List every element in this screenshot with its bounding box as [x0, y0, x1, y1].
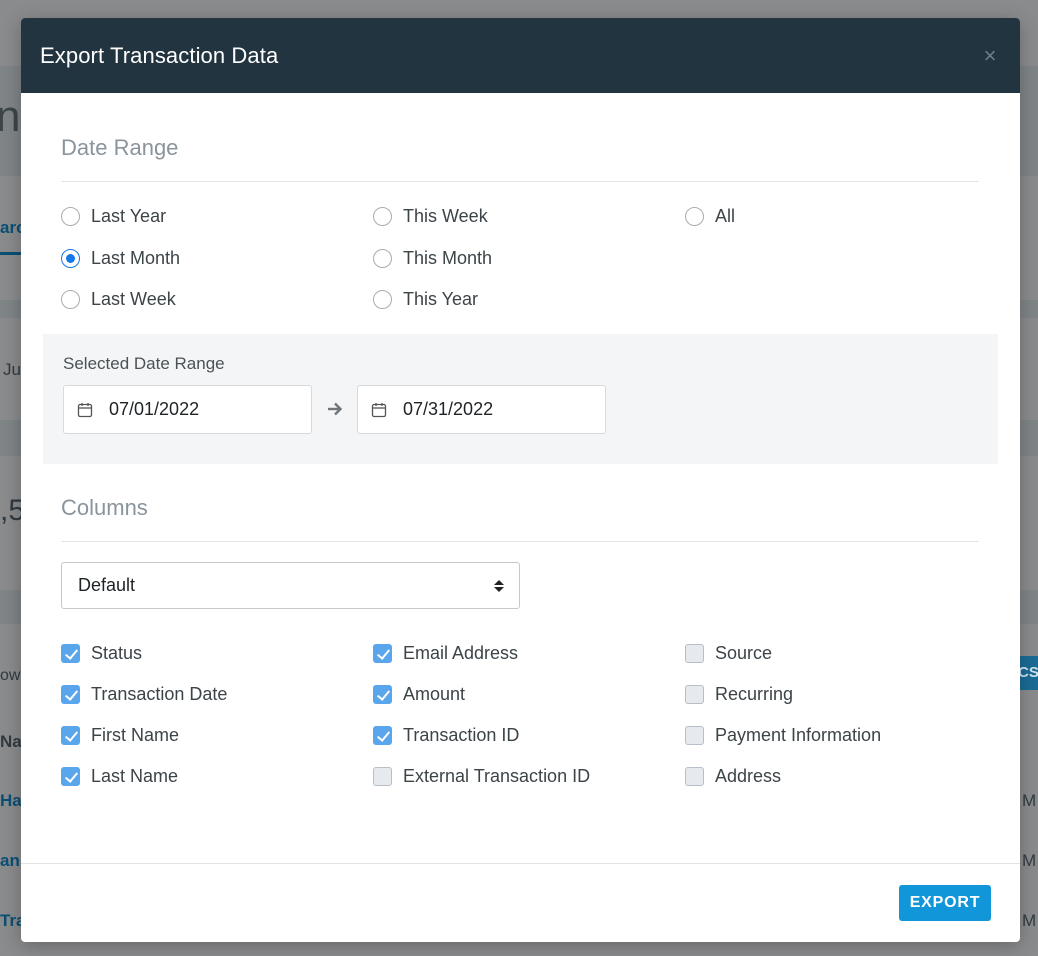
export-button[interactable]: EXPORT: [899, 885, 991, 921]
calendar-icon: [77, 402, 93, 417]
radio-button[interactable]: [373, 207, 392, 226]
divider: [61, 181, 979, 182]
bg-tab-underline: [0, 252, 21, 255]
checkbox-label: Status: [91, 643, 143, 663]
columns-heading: Columns: [61, 495, 148, 520]
divider: [61, 541, 979, 542]
end-date-value: 07/31/2022: [403, 399, 494, 419]
checkbox-payment-information[interactable]: Payment Information: [685, 725, 881, 746]
radio-button[interactable]: [61, 207, 80, 226]
radio-last-week[interactable]: Last Week: [61, 289, 176, 310]
radio-button[interactable]: [373, 249, 392, 268]
checkbox-address[interactable]: Address: [685, 766, 781, 787]
sort-icon: [494, 579, 504, 592]
columns-preset-select[interactable]: Default: [61, 562, 520, 609]
checkbox-label: Recurring: [715, 684, 794, 704]
modal-body: Date Range Last Year This Week All Last …: [21, 93, 1020, 864]
bg-column-header: Na: [0, 732, 22, 751]
start-date-value: 07/01/2022: [109, 399, 200, 419]
radio-button[interactable]: [685, 207, 704, 226]
checkbox-checked[interactable]: [373, 685, 392, 704]
radio-all[interactable]: All: [685, 206, 735, 227]
selected-date-range-label: Selected Date Range: [63, 354, 225, 373]
checkbox-checked[interactable]: [61, 644, 80, 663]
checkbox-label: Transaction Date: [91, 684, 228, 704]
calendar-icon: [371, 402, 387, 417]
checkbox-label: Amount: [403, 684, 466, 704]
checkbox-label: Last Name: [91, 766, 179, 786]
radio-this-week[interactable]: This Week: [373, 206, 488, 227]
checkbox-label: Transaction ID: [403, 725, 520, 745]
bg-row-time: M: [1022, 911, 1037, 930]
radio-button[interactable]: [61, 290, 80, 309]
checkbox-label: First Name: [91, 725, 180, 745]
checkbox-checked[interactable]: [373, 644, 392, 663]
end-date-input[interactable]: 07/31/2022: [357, 385, 606, 434]
checkbox-status[interactable]: Status: [61, 643, 142, 664]
radio-button-selected[interactable]: [61, 249, 80, 268]
checkbox-last-name[interactable]: Last Name: [61, 766, 178, 787]
checkbox-email-address[interactable]: Email Address: [373, 643, 518, 664]
checkbox-transaction-date[interactable]: Transaction Date: [61, 684, 227, 705]
bg-row-link: an: [0, 851, 20, 870]
modal-title: Export Transaction Data: [40, 42, 279, 68]
radio-label: This Year: [403, 289, 479, 309]
bg-month-fragment: Ju: [3, 360, 21, 379]
radio-button[interactable]: [373, 290, 392, 309]
checkbox-amount[interactable]: Amount: [373, 684, 465, 705]
radio-last-month[interactable]: Last Month: [61, 248, 180, 269]
export-modal: Export Transaction Data × Date Range Las…: [21, 18, 1020, 942]
checkbox-label: Source: [715, 643, 773, 663]
checkbox-unchecked[interactable]: [373, 767, 392, 786]
checkbox-checked[interactable]: [61, 685, 80, 704]
bg-row-time: M: [1022, 791, 1037, 810]
radio-label: Last Year: [91, 206, 167, 226]
checkbox-label: Address: [715, 766, 782, 786]
checkbox-source[interactable]: Source: [685, 643, 772, 664]
modal-header: Export Transaction Data ×: [21, 18, 1020, 93]
radio-label: This Month: [403, 248, 493, 268]
checkbox-transaction-id[interactable]: Transaction ID: [373, 725, 519, 746]
bg-row-time: M: [1022, 851, 1037, 870]
checkbox-unchecked[interactable]: [685, 726, 704, 745]
checkbox-first-name[interactable]: First Name: [61, 725, 179, 746]
checkbox-unchecked[interactable]: [685, 644, 704, 663]
bg-row-link: Ha: [0, 791, 22, 810]
start-date-input[interactable]: 07/01/2022: [63, 385, 312, 434]
bg-showing-fragment: ow: [0, 667, 21, 684]
checkbox-recurring[interactable]: Recurring: [685, 684, 793, 705]
footer-divider: [21, 863, 1020, 864]
radio-label: Last Week: [91, 289, 176, 309]
checkbox-checked[interactable]: [373, 726, 392, 745]
radio-last-year[interactable]: Last Year: [61, 206, 166, 227]
radio-label: This Week: [403, 206, 488, 226]
radio-this-month[interactable]: This Month: [373, 248, 492, 269]
close-icon[interactable]: ×: [980, 44, 1000, 66]
checkbox-checked[interactable]: [61, 767, 80, 786]
date-range-heading: Date Range: [61, 135, 179, 160]
checkbox-checked[interactable]: [61, 726, 80, 745]
arrow-right-icon: [328, 402, 343, 416]
selected-date-range-panel: Selected Date Range 07/01/2022 07/31/202…: [43, 334, 998, 464]
checkbox-unchecked[interactable]: [685, 685, 704, 704]
columns-preset-value: Default: [78, 575, 136, 595]
checkbox-label: Payment Information: [715, 725, 882, 745]
radio-this-year[interactable]: This Year: [373, 289, 478, 310]
checkbox-unchecked[interactable]: [685, 767, 704, 786]
checkbox-label: Email Address: [403, 643, 519, 663]
radio-label: All: [715, 206, 736, 226]
checkbox-external-transaction-id[interactable]: External Transaction ID: [373, 766, 590, 787]
radio-label: Last Month: [91, 248, 181, 268]
checkbox-label: External Transaction ID: [403, 766, 591, 786]
